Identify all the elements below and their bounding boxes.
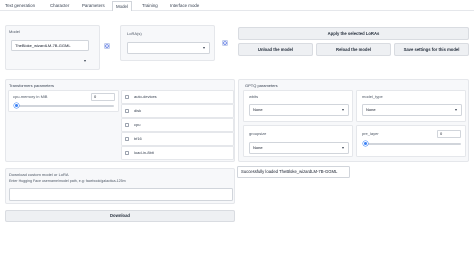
wbits-label: wbits [249, 94, 259, 99]
model-type-value: None [366, 107, 376, 112]
cpu-memory-slider-track[interactable] [14, 105, 114, 107]
status-output: Successfully loaded TheBloke_wizardLM-7B… [237, 166, 350, 178]
reload-model-button[interactable]: Reload the model [316, 43, 391, 56]
checkbox-icon[interactable] [125, 151, 129, 155]
checkbox-auto-devices[interactable]: auto-devices [121, 90, 234, 104]
cpu-memory-slider-thumb[interactable] [14, 103, 19, 108]
checkbox-icon[interactable] [125, 137, 129, 141]
cpu-memory-input[interactable]: 0 [91, 93, 115, 101]
checkbox-cpu[interactable]: cpu [121, 118, 234, 132]
tab-model[interactable]: Model [112, 1, 132, 11]
tab-interface-mode[interactable]: Interface mode [170, 2, 199, 10]
model-type-block: model_type None ▾ [356, 90, 466, 122]
model-refresh-icon[interactable] [104, 43, 110, 49]
tab-text-generation[interactable]: Text generation [5, 2, 35, 10]
checkbox-label: cpu [134, 122, 141, 127]
save-settings-button[interactable]: Save settings for this model [394, 43, 469, 56]
checkbox-label: disk [134, 108, 142, 113]
download-path-input[interactable] [9, 188, 233, 201]
pre-layer-slider-track[interactable] [363, 143, 461, 145]
checkbox-bf16[interactable]: bf16 [121, 132, 234, 146]
pre-layer-input[interactable]: 0 [437, 130, 461, 138]
tab-character[interactable]: Character [50, 2, 69, 10]
checkbox-label: auto-devices [134, 94, 157, 99]
chevron-down-icon: ▾ [454, 107, 457, 112]
cpu-memory-block: cpu-memory in MiB 0 [8, 90, 119, 112]
lora-dropdown[interactable]: ▾ [127, 42, 210, 54]
pre-layer-block: pre_layer 0 [356, 125, 466, 157]
checkbox-disk[interactable]: disk [121, 104, 234, 118]
download-hint: Enter Hugging Face username/model path, … [9, 179, 126, 183]
checkbox-label: bf16 [134, 136, 142, 141]
checkbox-label: load-in-8bit [134, 150, 154, 155]
gptq-panel: GPTQ parameters wbits None ▾ model_type … [238, 79, 469, 162]
checkbox-icon[interactable] [125, 123, 129, 127]
wbits-block: wbits None ▾ [243, 90, 353, 122]
groupsize-label: groupsize [249, 131, 267, 136]
download-title: Download custom model or LoRA [9, 172, 69, 177]
wbits-dropdown[interactable]: None ▾ [249, 104, 349, 116]
checkbox-icon[interactable] [125, 109, 129, 113]
chevron-down-icon: ▾ [202, 45, 205, 50]
model-label: Model [9, 29, 20, 34]
model-dropdown[interactable]: TheBloke_wizardLM-7B-GGML [11, 40, 89, 51]
apply-loras-button[interactable]: Apply the selected LoRAs [238, 27, 469, 40]
lora-refresh-icon[interactable] [222, 40, 228, 46]
checkbox-icon[interactable] [125, 95, 129, 99]
groupsize-block: groupsize None ▾ [243, 125, 353, 157]
pre-layer-slider-thumb[interactable] [363, 141, 368, 146]
lora-panel: LoRA(s) ▾ [120, 25, 215, 61]
pre-layer-label: pre_layer [362, 131, 379, 136]
groupsize-dropdown[interactable]: None ▾ [249, 142, 349, 154]
model-type-dropdown[interactable]: None ▾ [362, 104, 462, 116]
model-type-label: model_type [362, 94, 383, 99]
tab-bar: Text generation Character Parameters Mod… [0, 0, 474, 11]
wbits-value: None [253, 107, 263, 112]
model-panel: Model TheBloke_wizardLM-7B-GGML ▾ [5, 25, 100, 70]
download-button[interactable]: Download [5, 210, 235, 222]
transformers-panel: Transformers parameters cpu-memory in Mi… [5, 79, 235, 162]
download-panel: Download custom model or LoRA Enter Hugg… [5, 168, 235, 204]
model-selected-value: TheBloke_wizardLM-7B-GGML [15, 43, 71, 48]
groupsize-value: None [253, 145, 263, 150]
tab-parameters[interactable]: Parameters [82, 2, 105, 10]
checkbox-load-in-8bit[interactable]: load-in-8bit [121, 146, 234, 160]
lora-label: LoRA(s) [127, 31, 142, 36]
cpu-memory-label: cpu-memory in MiB [13, 94, 48, 99]
gptq-title: GPTQ parameters [245, 83, 278, 88]
tab-training[interactable]: Training [142, 2, 158, 10]
chevron-down-icon: ▾ [341, 107, 344, 112]
chevron-down-icon: ▾ [341, 145, 344, 150]
transformers-title: Transformers parameters [9, 83, 54, 88]
chevron-down-icon[interactable]: ▾ [84, 58, 86, 63]
unload-model-button[interactable]: Unload the model [238, 43, 313, 56]
